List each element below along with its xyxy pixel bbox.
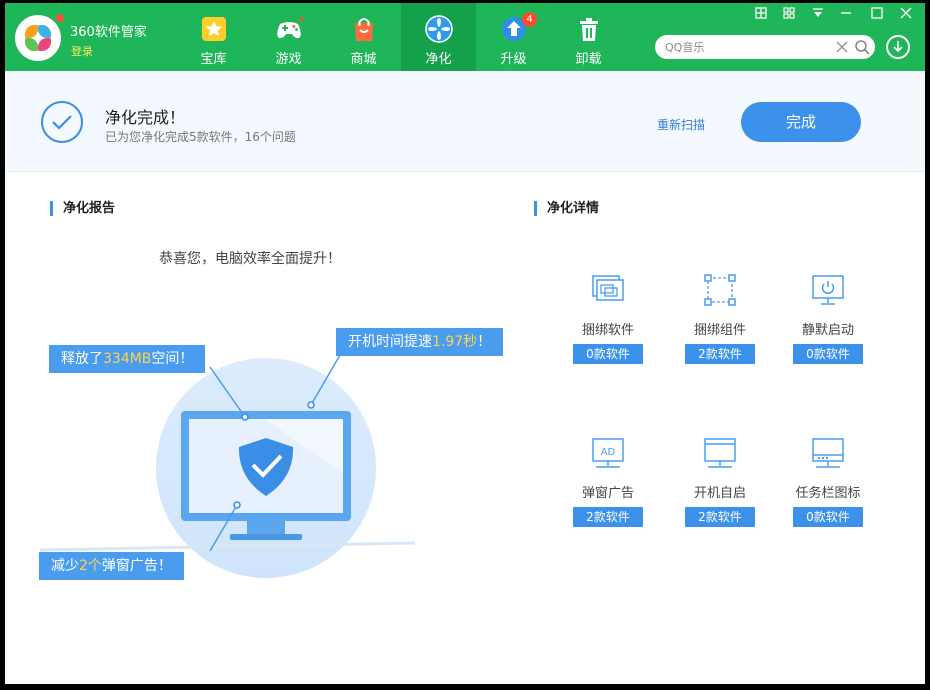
callout-value: 1.97秒 xyxy=(432,334,478,350)
search-box xyxy=(655,35,875,59)
minimize-button[interactable] xyxy=(835,6,857,28)
gamepad-icon xyxy=(277,16,303,39)
close-icon xyxy=(900,7,912,19)
ads-reduced-callout: 减少2个弹窗广告！ xyxy=(39,552,184,580)
logo-leaf xyxy=(25,25,38,38)
detail-count-button[interactable]: 0款软件 xyxy=(793,344,863,364)
trash-icon xyxy=(580,18,598,41)
nav-item-uninstall[interactable]: 卸载 xyxy=(551,3,626,71)
detail-popup-ad: AD 弹窗广告 2款软件 xyxy=(568,436,648,527)
nav-item-purify[interactable]: 净化 xyxy=(401,3,476,71)
clear-icon[interactable] xyxy=(833,38,851,56)
login-link[interactable]: 登录 xyxy=(71,43,93,59)
maximize-button[interactable] xyxy=(866,6,888,28)
detail-silent-startup: 静默启动 0款软件 xyxy=(788,273,868,364)
download-manager-button[interactable] xyxy=(886,35,910,59)
app-window: 360软件管家 登录 宝库 游戏 商城 净化 4 升级 卸载 QQ音乐 净化完成… xyxy=(5,3,925,684)
status-title: 净化完成！ xyxy=(105,108,186,127)
star-icon xyxy=(202,17,226,41)
status-panel: 净化完成！ 已为您净化完成5款软件，16个问题 重新扫描 完成 xyxy=(5,71,925,172)
app-logo[interactable] xyxy=(15,14,64,61)
nav-label: 净化 xyxy=(425,52,452,67)
details-section-title: 净化详情 xyxy=(534,201,599,216)
app-name: 360软件管家 xyxy=(70,25,147,40)
shirt-icon xyxy=(755,7,767,19)
detail-label: 捆绑软件 xyxy=(581,323,634,338)
minimize-icon xyxy=(841,12,851,14)
boot-speed-callout: 开机时间提速1.97秒！ xyxy=(336,328,504,356)
grid-tools-icon xyxy=(783,7,795,19)
nav-item-games[interactable]: 游戏 xyxy=(251,3,326,71)
callout-text: 释放了 xyxy=(61,351,103,367)
callout-value: 2个 xyxy=(79,558,102,574)
autostart-icon xyxy=(704,438,736,468)
bundled-component-icon xyxy=(704,274,736,306)
detail-count-button[interactable]: 0款软件 xyxy=(793,507,863,527)
detail-count-button[interactable]: 2款软件 xyxy=(685,507,755,527)
nav-label: 商城 xyxy=(350,52,377,67)
logo-leaf xyxy=(38,38,51,51)
detail-autostart: 开机自启 2款软件 xyxy=(680,436,760,527)
nav-label: 卸载 xyxy=(575,52,602,67)
callout-text: 弹窗广告！ xyxy=(101,558,172,574)
bundled-software-icon xyxy=(592,275,624,301)
nav-label: 游戏 xyxy=(275,52,302,67)
detail-label: 任务栏图标 xyxy=(795,486,861,501)
taskbar-icon xyxy=(812,438,844,468)
nav-label: 升级 xyxy=(500,52,527,67)
detail-bundled-component: 捆绑组件 2款软件 xyxy=(680,273,760,364)
logo-leaf xyxy=(38,25,51,38)
detail-label: 捆绑组件 xyxy=(693,323,746,338)
nav-item-upgrade[interactable]: 4 升级 xyxy=(476,3,551,71)
callout-text: 减少 xyxy=(51,558,79,574)
callout-value: 334MB xyxy=(103,351,152,367)
svg-text:AD: AD xyxy=(601,447,616,458)
nav-item-treasure[interactable]: 宝库 xyxy=(176,3,251,71)
report-section-title: 净化报告 xyxy=(50,201,115,216)
download-icon xyxy=(893,41,903,53)
done-button[interactable]: 完成 xyxy=(741,102,861,142)
nav-item-store[interactable]: 商城 xyxy=(326,3,401,71)
congrats-message: 恭喜您，电脑效率全面提升！ xyxy=(159,251,341,267)
check-circle-icon xyxy=(41,101,83,143)
skin-button[interactable] xyxy=(750,6,772,28)
detail-label: 开机自启 xyxy=(693,486,746,501)
close-button[interactable] xyxy=(895,6,917,28)
upgrade-count-badge: 4 xyxy=(522,12,537,27)
detail-label: 静默启动 xyxy=(801,323,854,338)
header-bar: 360软件管家 登录 宝库 游戏 商城 净化 4 升级 卸载 QQ音乐 xyxy=(5,3,925,71)
nav-label: 宝库 xyxy=(200,52,227,67)
search-input[interactable] xyxy=(665,37,825,57)
detail-label: 弹窗广告 xyxy=(581,486,634,501)
tools-button[interactable] xyxy=(778,6,800,28)
menu-dropdown-icon xyxy=(813,8,823,17)
maximize-icon xyxy=(871,7,883,19)
callout-text: 开机时间提速 xyxy=(348,334,432,350)
silent-startup-icon xyxy=(812,275,844,305)
logo-leaf xyxy=(25,38,38,51)
callout-text: ！ xyxy=(477,334,492,350)
notification-dot xyxy=(56,14,64,22)
rescan-link[interactable]: 重新扫描 xyxy=(657,116,705,133)
menu-button[interactable] xyxy=(807,6,829,28)
popup-ad-icon: AD xyxy=(592,438,624,468)
status-subtitle: 已为您净化完成5款软件，16个问题 xyxy=(105,130,296,144)
detail-count-button[interactable]: 0款软件 xyxy=(573,344,643,364)
shopping-bag-icon xyxy=(355,18,373,41)
detail-count-button[interactable]: 2款软件 xyxy=(685,344,755,364)
space-freed-callout: 释放了334MB空间！ xyxy=(49,345,206,373)
detail-count-button[interactable]: 2款软件 xyxy=(573,507,643,527)
search-icon[interactable] xyxy=(853,38,871,56)
purify-fan-icon xyxy=(425,15,453,43)
callout-text: 空间！ xyxy=(151,351,194,367)
detail-bundled-software: 捆绑软件 0款软件 xyxy=(568,273,648,364)
detail-taskbar-icon: 任务栏图标 0款软件 xyxy=(788,436,868,527)
